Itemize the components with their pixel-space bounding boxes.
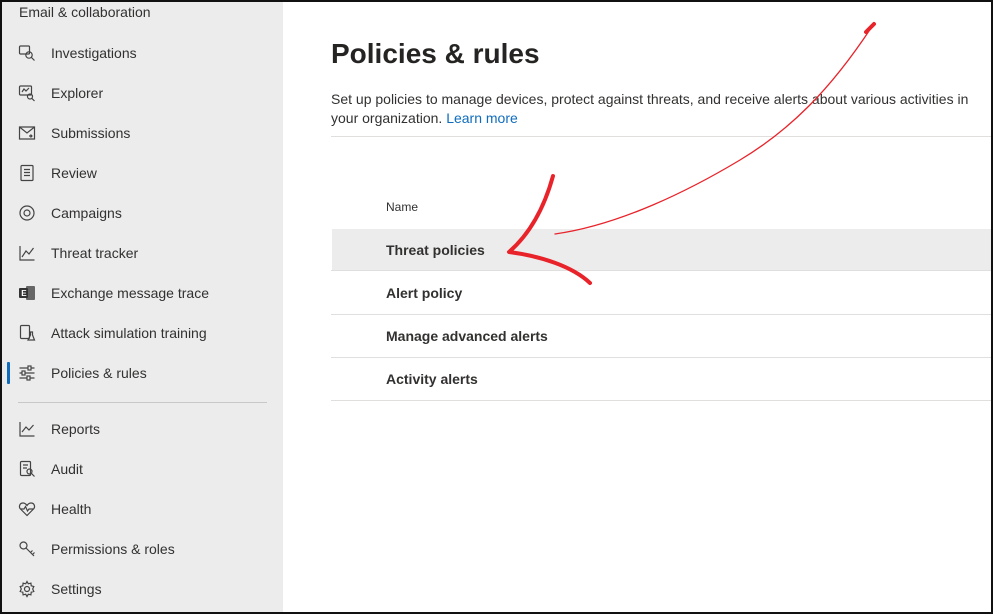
row-label: Activity alerts (386, 370, 478, 387)
explorer-icon (18, 84, 36, 102)
sidebar-item-label: Settings (51, 581, 102, 597)
submissions-icon (18, 124, 36, 142)
main-content: Policies & rules Set up policies to mana… (283, 0, 991, 612)
heart-icon (18, 500, 36, 518)
sidebar-item-policies-rules[interactable]: Policies & rules (2, 353, 283, 393)
sidebar-item-settings[interactable]: Settings (2, 569, 283, 609)
sidebar-item-label: Exchange message trace (51, 285, 209, 301)
row-label: Manage advanced alerts (386, 327, 548, 344)
description-text: Set up policies to manage devices, prote… (331, 91, 969, 126)
nav-divider (18, 402, 267, 403)
sidebar-item-label: Attack simulation training (51, 325, 207, 341)
page-description: Set up policies to manage devices, prote… (331, 90, 991, 128)
column-header-name[interactable]: Name (386, 200, 418, 214)
learn-more-link[interactable]: Learn more (446, 110, 518, 126)
sidebar-item-reports[interactable]: Reports (2, 409, 283, 449)
table-row-alert-policy[interactable]: Alert policy (332, 272, 991, 313)
sidebar-item-label: Campaigns (51, 205, 122, 221)
table-row-manage-advanced-alerts[interactable]: Manage advanced alerts (332, 315, 991, 356)
campaigns-icon (18, 204, 36, 222)
sidebar-item-submissions[interactable]: Submissions (2, 113, 283, 153)
investigations-icon (18, 44, 36, 62)
sidebar-item-label: Health (51, 501, 92, 517)
sidebar-item-label: Audit (51, 461, 83, 477)
header-divider (331, 136, 991, 137)
review-icon (18, 164, 36, 182)
sidebar-item-label: Permissions & roles (51, 541, 175, 557)
chart-icon (18, 420, 36, 438)
sidebar-item-campaigns[interactable]: Campaigns (2, 193, 283, 233)
sidebar-item-audit[interactable]: Audit (2, 449, 283, 489)
sidebar-item-label: Review (51, 165, 97, 181)
audit-icon (18, 460, 36, 478)
threat-tracker-icon (18, 244, 36, 262)
sidebar-item-attack-simulation-training[interactable]: Attack simulation training (2, 313, 283, 353)
svg-text:E: E (21, 289, 27, 298)
sidebar-item-health[interactable]: Health (2, 489, 283, 529)
table-row-threat-policies[interactable]: Threat policies (332, 229, 991, 270)
sidebar-item-label: Threat tracker (51, 245, 139, 261)
nav-section-title: Email & collaboration (19, 4, 151, 20)
sidebar-item-label: Investigations (51, 45, 137, 61)
sidebar-item-permissions-roles[interactable]: Permissions & roles (2, 529, 283, 569)
left-navigation: Email & collaboration Investigations Exp… (2, 0, 283, 612)
sidebar-item-label: Submissions (51, 125, 131, 141)
table-row-activity-alerts[interactable]: Activity alerts (332, 358, 991, 399)
row-divider (331, 270, 991, 271)
sidebar-item-label: Explorer (51, 85, 104, 101)
sidebar-item-label: Reports (51, 421, 101, 437)
row-label: Alert policy (386, 284, 463, 301)
sidebar-item-review[interactable]: Review (2, 153, 283, 193)
flask-icon (18, 324, 36, 342)
sidebar-item-explorer[interactable]: Explorer (2, 73, 283, 113)
key-icon (18, 540, 36, 558)
sidebar-item-threat-tracker[interactable]: Threat tracker (2, 233, 283, 273)
row-divider (331, 400, 991, 401)
gear-icon (18, 580, 36, 598)
sidebar-item-exchange-message-trace[interactable]: E Exchange message trace (2, 273, 283, 313)
row-label: Threat policies (386, 241, 485, 258)
exchange-icon: E (18, 284, 36, 302)
sliders-icon (18, 364, 36, 382)
page-title: Policies & rules (331, 38, 540, 69)
sidebar-item-investigations[interactable]: Investigations (2, 33, 283, 73)
active-indicator (7, 362, 10, 384)
sidebar-item-label: Policies & rules (51, 365, 147, 381)
